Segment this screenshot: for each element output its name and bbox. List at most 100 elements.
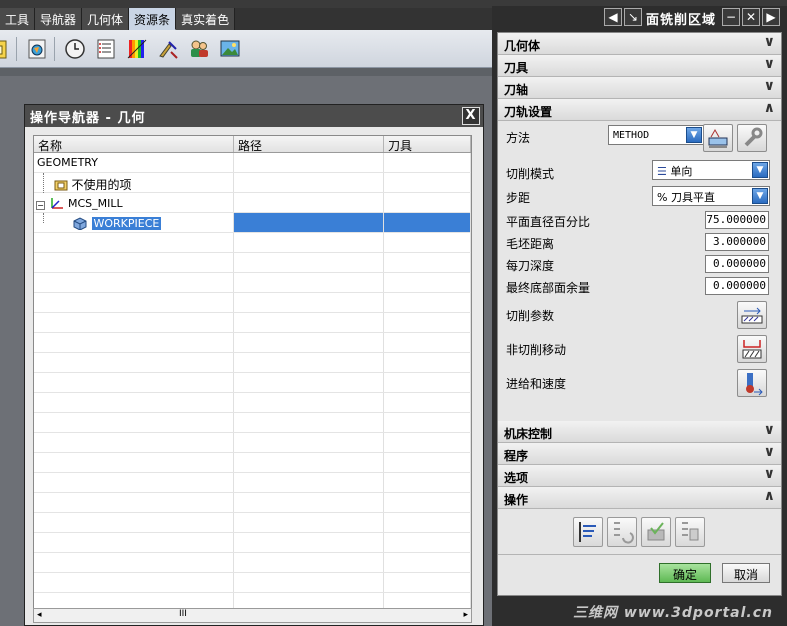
- dialog-title: 面铣削区域: [646, 13, 717, 28]
- empty-cell: [34, 273, 234, 292]
- table-row-selected[interactable]: WORKPIECE: [34, 213, 471, 233]
- clock-icon[interactable]: [64, 38, 86, 60]
- chevron-up-icon[interactable]: ∧: [764, 100, 775, 116]
- flat-pct-row: 平面直径百分比 75.000000: [498, 209, 781, 231]
- tool-icon[interactable]: [157, 38, 179, 60]
- forward-arrow-icon[interactable]: ▶: [762, 8, 781, 26]
- empty-table-row: [34, 273, 471, 293]
- tab-tools[interactable]: 工具: [0, 8, 36, 30]
- cut-params-label: 切削参数: [506, 309, 555, 323]
- chevron-down-icon[interactable]: ∨: [764, 444, 775, 460]
- wrench-icon[interactable]: [737, 124, 767, 152]
- verify-button[interactable]: [641, 517, 671, 547]
- section-machine-control[interactable]: 机床控制 ∨: [498, 421, 781, 443]
- empty-cell: [384, 293, 471, 312]
- edit-method-button[interactable]: [703, 124, 733, 152]
- section-path-settings[interactable]: 刀轨设置 ∧: [498, 99, 781, 121]
- empty-cell: [234, 353, 384, 372]
- tab-navigator[interactable]: 导航器: [35, 8, 83, 30]
- empty-cell: [384, 473, 471, 492]
- depth-per-cut-row: 每刀深度 0.000000: [498, 253, 781, 275]
- feeds-speeds-button[interactable]: [737, 369, 767, 397]
- replay-button[interactable]: [607, 517, 637, 547]
- flat-pct-input[interactable]: 75.000000: [705, 211, 769, 229]
- generate-button[interactable]: [573, 517, 603, 547]
- empty-table-row: [34, 593, 471, 608]
- collapse-toggle[interactable]: −: [36, 201, 45, 210]
- tab-true-shading[interactable]: 真实着色: [176, 8, 236, 30]
- empty-table-row: [34, 513, 471, 533]
- empty-cell: [384, 453, 471, 472]
- empty-cell: [234, 513, 384, 532]
- table-row[interactable]: 不使用的项: [34, 173, 471, 193]
- color-icon[interactable]: [126, 38, 148, 60]
- render-icon[interactable]: [26, 38, 48, 60]
- section-actions[interactable]: 操作 ∧: [498, 487, 781, 509]
- table-row[interactable]: − MCS_MILL: [34, 193, 471, 213]
- chevron-down-icon[interactable]: ▼: [686, 127, 702, 143]
- scroll-grip[interactable]: III: [179, 609, 187, 619]
- chevron-down-icon[interactable]: ∨: [764, 56, 775, 72]
- list-output-button[interactable]: [675, 517, 705, 547]
- cut-mode-value: 单向: [670, 165, 693, 178]
- cut-params-button[interactable]: [737, 301, 767, 329]
- empty-cell: [384, 493, 471, 512]
- empty-table-row: [34, 553, 471, 573]
- feeds-row: 进给和速度: [498, 365, 781, 399]
- empty-cell: [384, 333, 471, 352]
- empty-cell: [34, 253, 234, 272]
- chevron-up-icon[interactable]: ∧: [764, 488, 775, 504]
- depth-per-cut-input[interactable]: 0.000000: [705, 255, 769, 273]
- menu-bar-fill: [235, 8, 492, 30]
- row-name: GEOMETRY: [34, 153, 234, 172]
- folder-icon: [54, 180, 68, 191]
- section-tool[interactable]: 刀具 ∨: [498, 55, 781, 77]
- section-program[interactable]: 程序 ∨: [498, 443, 781, 465]
- tab-resource-bar[interactable]: 资源条: [129, 8, 177, 30]
- cut-mode-row: 切削模式 ☰ 单向 ▼: [498, 157, 781, 185]
- program-icon[interactable]: [0, 38, 10, 60]
- section-geometry[interactable]: 几何体 ∨: [498, 33, 781, 55]
- close-icon[interactable]: ✕: [742, 8, 761, 26]
- users-icon[interactable]: [188, 38, 210, 60]
- blank-distance-input[interactable]: 3.000000: [705, 233, 769, 251]
- scroll-right-arrow[interactable]: ▸: [463, 610, 468, 620]
- stepover-select[interactable]: % 刀具平直 ▼: [652, 186, 770, 206]
- select-arrow-icon[interactable]: ↘: [624, 8, 642, 26]
- empty-cell: [384, 313, 471, 332]
- scroll-left-arrow[interactable]: ◂: [37, 610, 42, 620]
- final-floor-input[interactable]: 0.000000: [705, 277, 769, 295]
- section-label: 几何体: [504, 39, 541, 53]
- list-icon[interactable]: [95, 38, 117, 60]
- table-row[interactable]: GEOMETRY: [34, 153, 471, 173]
- row-name-cell: WORKPIECE: [34, 213, 234, 232]
- tab-geometry[interactable]: 几何体: [82, 8, 130, 30]
- image-icon[interactable]: [219, 38, 241, 60]
- column-header-tool[interactable]: 刀具: [384, 136, 471, 153]
- icon-toolbar: [0, 30, 492, 68]
- chevron-down-icon[interactable]: ▼: [752, 188, 768, 204]
- horizontal-scrollbar[interactable]: ◂ III ▸: [33, 608, 472, 623]
- empty-table-row: [34, 573, 471, 593]
- column-header-name[interactable]: 名称: [34, 136, 234, 153]
- chevron-down-icon[interactable]: ∨: [764, 422, 775, 438]
- chevron-down-icon[interactable]: ∨: [764, 34, 775, 50]
- method-select[interactable]: METHOD ▼: [608, 125, 704, 145]
- section-tool-axis[interactable]: 刀轴 ∨: [498, 77, 781, 99]
- column-header-path[interactable]: 路径: [234, 136, 384, 153]
- back-arrow-icon[interactable]: ◀: [604, 8, 622, 26]
- empty-table-row: [34, 373, 471, 393]
- non-cut-moves-button[interactable]: [737, 335, 767, 363]
- toolbar-separator: [16, 36, 17, 61]
- row-path: [234, 173, 384, 192]
- empty-table-row: [34, 453, 471, 473]
- chevron-down-icon[interactable]: ▼: [752, 162, 768, 178]
- ok-button[interactable]: 确定: [659, 563, 711, 583]
- cancel-button[interactable]: 取消: [722, 563, 770, 583]
- navigator-close-button[interactable]: X: [462, 107, 480, 125]
- section-options[interactable]: 选项 ∨: [498, 465, 781, 487]
- cut-mode-select[interactable]: ☰ 单向 ▼: [652, 160, 770, 180]
- chevron-down-icon[interactable]: ∨: [764, 78, 775, 94]
- minimize-icon[interactable]: −: [722, 8, 741, 26]
- chevron-down-icon[interactable]: ∨: [764, 466, 775, 482]
